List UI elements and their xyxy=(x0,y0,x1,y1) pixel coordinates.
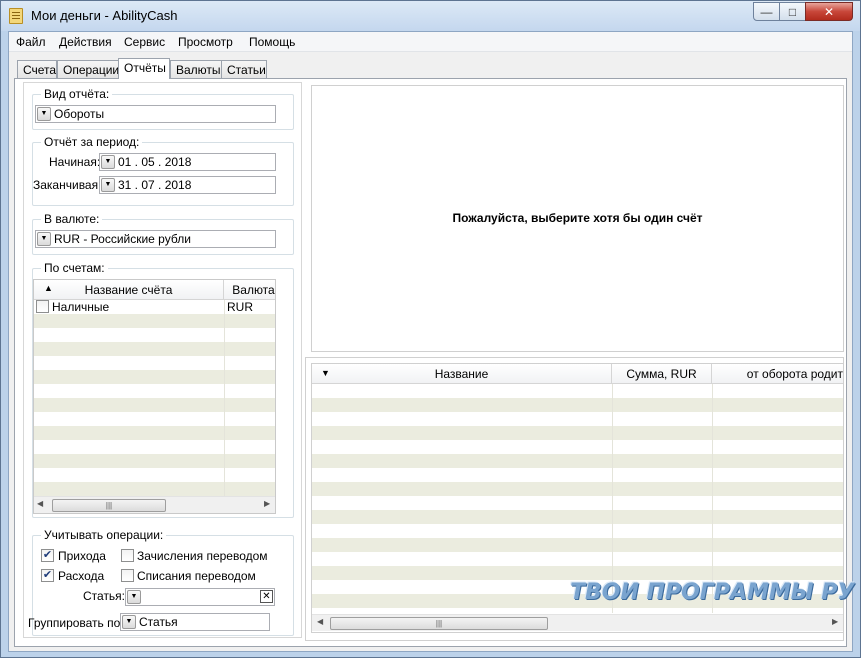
result-table-header: ▼ Название Сумма, RUR от оборота родит xyxy=(312,364,843,384)
menu-service[interactable]: Сервис xyxy=(124,35,165,49)
column-sum-label: Сумма, RUR xyxy=(626,367,697,381)
app-icon xyxy=(9,8,23,24)
minimize-icon: — xyxy=(760,4,773,19)
scroll-thumb[interactable]: ||| xyxy=(52,499,166,512)
scroll-right-icon[interactable]: ▶ xyxy=(832,617,838,626)
calendar-dropdown-icon[interactable]: ▼ xyxy=(101,178,115,192)
menu-actions[interactable]: Действия xyxy=(59,35,112,49)
report-message: Пожалуйста, выберите хотя бы один счёт xyxy=(452,211,703,225)
report-type-group: Вид отчёта: ▼ Обороты xyxy=(32,87,294,130)
menu-help[interactable]: Помощь xyxy=(249,35,295,49)
period-end-label: Заканчивая: xyxy=(33,178,102,192)
transfer-in-label: Зачисления переводом xyxy=(137,549,268,563)
menu-file[interactable]: Файл xyxy=(16,35,46,49)
app-window: Мои деньги - AbilityCash — □ ✕ Файл Дейс… xyxy=(0,0,861,658)
client-area: Файл Действия Сервис Просмотр Помощь Сче… xyxy=(8,31,853,652)
currency-group: В валюте: ▼ RUR - Российские рубли xyxy=(32,212,294,255)
group-by-value: Статья xyxy=(139,615,178,629)
article-label: Статья: xyxy=(83,589,126,603)
chevron-down-icon[interactable]: ▼ xyxy=(122,615,136,629)
currency-combo[interactable]: ▼ RUR - Российские рубли xyxy=(35,230,276,248)
sort-up-icon: ▲ xyxy=(44,283,53,293)
title-bar: Мои деньги - AbilityCash — □ ✕ xyxy=(1,1,860,31)
income-label: Прихода xyxy=(58,549,106,563)
column-name[interactable]: ▼ Название xyxy=(312,364,612,384)
column-divider xyxy=(712,384,713,613)
close-icon: ✕ xyxy=(823,4,835,19)
menu-bar: Файл Действия Сервис Просмотр Помощь xyxy=(9,32,852,52)
column-sum[interactable]: Сумма, RUR xyxy=(612,364,712,384)
chevron-down-icon[interactable]: ▼ xyxy=(37,107,51,121)
close-button[interactable]: ✕ xyxy=(805,2,853,21)
accounts-table-header: ▲ Название счёта Валюта xyxy=(34,280,275,300)
account-checkbox[interactable] xyxy=(36,300,49,313)
reports-panel: Вид отчёта: ▼ Обороты Отчёт за период: Н… xyxy=(14,78,847,647)
report-type-combo[interactable]: ▼ Обороты xyxy=(35,105,276,123)
transfer-in-checkbox[interactable] xyxy=(121,549,134,562)
accounts-hscrollbar[interactable]: ◀ ||| ▶ xyxy=(34,496,275,513)
column-account-currency-label: Валюта xyxy=(232,283,275,297)
column-share[interactable]: от оборота родит xyxy=(712,364,843,384)
maximize-button[interactable]: □ xyxy=(779,2,806,21)
scroll-right-icon[interactable]: ▶ xyxy=(264,499,270,508)
accounts-table: ▲ Название счёта Валюта Наличные RUR ◀ |… xyxy=(33,279,276,514)
minimize-button[interactable]: — xyxy=(753,2,780,21)
scroll-thumb[interactable]: ||| xyxy=(330,617,548,630)
article-combo[interactable]: ▼ ✕ xyxy=(125,588,275,606)
report-settings-panel: Вид отчёта: ▼ Обороты Отчёт за период: Н… xyxy=(23,82,302,638)
clear-icon[interactable]: ✕ xyxy=(260,590,273,603)
period-group: Отчёт за период: Начиная: ▼ 01 . 05 . 20… xyxy=(32,135,294,206)
period-start-field[interactable]: ▼ 01 . 05 . 2018 xyxy=(99,153,276,171)
result-hscrollbar[interactable]: ◀ ||| ▶ xyxy=(312,614,843,631)
column-share-label: от оборота родит xyxy=(746,367,843,381)
group-by-label: Группировать по: xyxy=(28,616,124,630)
expense-checkbox[interactable]: ✔ xyxy=(41,569,54,582)
period-start-value: 01 . 05 . 2018 xyxy=(118,155,192,169)
tab-articles[interactable]: Статьи xyxy=(221,60,267,79)
accounts-table-body xyxy=(34,300,275,498)
maximize-icon: □ xyxy=(788,4,797,19)
result-table-body xyxy=(312,384,843,613)
scroll-left-icon[interactable]: ◀ xyxy=(317,617,323,626)
sort-down-icon: ▼ xyxy=(321,368,330,378)
account-name: Наличные xyxy=(52,300,110,314)
column-account-currency[interactable]: Валюта xyxy=(224,280,275,300)
income-checkbox[interactable]: ✔ xyxy=(41,549,54,562)
report-type-label: Вид отчёта: xyxy=(41,87,113,101)
column-divider xyxy=(224,300,225,498)
transfer-out-label: Списания переводом xyxy=(137,569,256,583)
calendar-dropdown-icon[interactable]: ▼ xyxy=(101,155,115,169)
expense-label: Расхода xyxy=(58,569,105,583)
transfer-out-checkbox[interactable] xyxy=(121,569,134,582)
accounts-group: По счетам: ▲ Название счёта Валюта Налич… xyxy=(32,261,294,518)
watermark: ТВОИ ПРОГРАММЫ РУ xyxy=(570,580,855,605)
period-start-label: Начиная: xyxy=(49,155,101,169)
column-divider xyxy=(612,384,613,613)
column-name-label: Название xyxy=(434,367,489,381)
period-end-field[interactable]: ▼ 31 . 07 . 2018 xyxy=(99,176,276,194)
report-view-panel: Пожалуйста, выберите хотя бы один счёт xyxy=(311,85,844,352)
table-row[interactable]: Наличные RUR xyxy=(34,300,275,314)
operations-label: Учитывать операции: xyxy=(41,528,167,542)
tab-operations[interactable]: Операции xyxy=(57,60,119,79)
period-end-value: 31 . 07 . 2018 xyxy=(118,178,192,192)
report-type-value: Обороты xyxy=(54,107,105,121)
window-title: Мои деньги - AbilityCash xyxy=(31,8,178,23)
tab-reports[interactable]: Отчёты xyxy=(118,58,170,79)
accounts-label: По счетам: xyxy=(41,261,108,275)
menu-view[interactable]: Просмотр xyxy=(178,35,233,49)
tab-currencies[interactable]: Валюты xyxy=(170,60,222,79)
currency-label: В валюте: xyxy=(41,212,103,226)
group-by-combo[interactable]: ▼ Статья xyxy=(120,613,270,631)
scroll-left-icon[interactable]: ◀ xyxy=(37,499,43,508)
account-currency: RUR xyxy=(227,300,253,314)
column-account-name[interactable]: ▲ Название счёта xyxy=(34,280,224,300)
chevron-down-icon[interactable]: ▼ xyxy=(127,590,141,604)
column-account-name-label: Название счёта xyxy=(84,283,173,297)
tab-accounts[interactable]: Счета xyxy=(17,60,57,79)
period-label: Отчёт за период: xyxy=(41,135,143,149)
currency-value: RUR - Российские рубли xyxy=(54,232,191,246)
chevron-down-icon[interactable]: ▼ xyxy=(37,232,51,246)
